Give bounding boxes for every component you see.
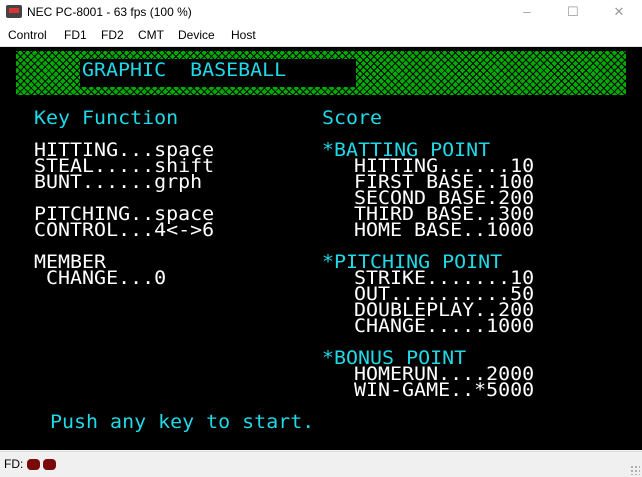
maximize-button[interactable]: ☐	[550, 0, 596, 24]
title-bar: NEC PC-8001 - 63 fps (100 %) – ☐ ✕	[0, 0, 642, 24]
bonus-win-game: WIN-GAME..*5000	[354, 379, 535, 401]
fd1-led-icon	[27, 459, 40, 470]
fd-status-label: FD:	[4, 457, 24, 471]
key-change: CHANGE...0	[34, 267, 167, 289]
fd2-led-icon	[43, 459, 56, 470]
close-button[interactable]: ✕	[596, 0, 642, 24]
score-heading: Score	[322, 107, 383, 129]
menu-control[interactable]: Control	[8, 28, 47, 42]
minimize-button[interactable]: –	[504, 0, 550, 24]
batting-home-base: HOME BASE..1000	[354, 219, 535, 241]
start-prompt: Push any key to start.	[50, 411, 315, 433]
app-icon	[6, 5, 22, 18]
resize-grip-icon[interactable]	[630, 465, 640, 475]
game-title: GRAPHIC BASEBALL	[82, 59, 287, 81]
menu-fd1[interactable]: FD1	[64, 28, 87, 42]
menu-fd2[interactable]: FD2	[101, 28, 124, 42]
window-title: NEC PC-8001 - 63 fps (100 %)	[27, 5, 192, 19]
menu-host[interactable]: Host	[231, 28, 256, 42]
pitching-change: CHANGE.....1000	[354, 315, 535, 337]
key-function-heading: Key Function	[34, 107, 179, 129]
key-bunt: BUNT......grph	[34, 171, 203, 193]
menu-bar: Control FD1 FD2 CMT Device Host	[0, 24, 642, 47]
status-bar: FD:	[0, 451, 642, 477]
menu-device[interactable]: Device	[178, 28, 215, 42]
key-control: CONTROL...4<->6	[34, 219, 215, 241]
menu-cmt[interactable]: CMT	[138, 28, 164, 42]
emulator-screen[interactable]: GRAPHIC BASEBALL Key Function HITTING...…	[0, 47, 642, 450]
